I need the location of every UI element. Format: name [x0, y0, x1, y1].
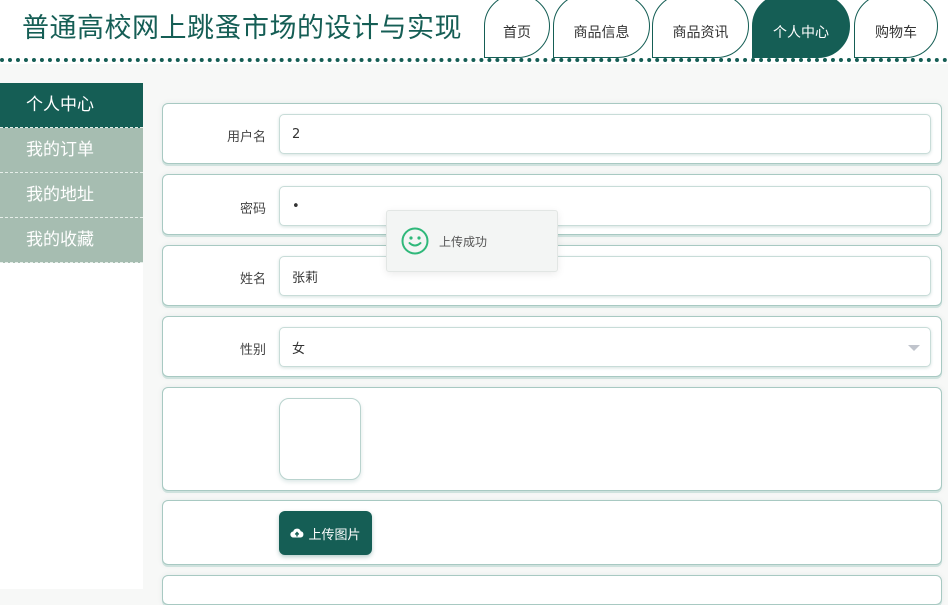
upload-success-toast: 上传成功 — [386, 210, 558, 272]
nav-tab-personal-center[interactable]: 个人中心 — [752, 0, 850, 58]
sidebar-item-my-favorites[interactable]: 我的收藏 — [0, 218, 143, 263]
toast-message: 上传成功 — [439, 234, 488, 249]
form-row-next — [162, 575, 942, 605]
gender-select-value: 女 — [292, 341, 306, 357]
password-label: 密码 — [239, 202, 266, 217]
upload-image-button[interactable]: 上传图片 — [279, 511, 372, 555]
form-row-gender: 性别 女 — [162, 316, 942, 377]
sidebar-item-my-orders[interactable]: 我的订单 — [0, 128, 143, 173]
sidebar: 个人中心 我的订单 我的地址 我的收藏 — [0, 83, 143, 589]
sidebar-item-personal-center[interactable]: 个人中心 — [0, 83, 143, 128]
site-title: 普通高校网上跳蚤市场的设计与实现 — [22, 13, 462, 44]
sidebar-item-my-address[interactable]: 我的地址 — [0, 173, 143, 218]
gender-select[interactable]: 女 — [279, 327, 931, 367]
gender-label: 性别 — [239, 343, 266, 358]
avatar-preview[interactable] — [279, 398, 361, 480]
name-label: 姓名 — [239, 272, 266, 287]
form-row-upload: 上传图片 — [162, 500, 942, 565]
form-row-avatar — [162, 387, 942, 491]
cloud-upload-icon — [290, 528, 304, 538]
upload-image-label: 上传图片 — [308, 527, 361, 543]
chevron-down-icon — [908, 345, 920, 351]
username-label: 用户名 — [226, 130, 266, 145]
form-row-username: 用户名 2 — [162, 103, 942, 164]
password-input[interactable]: • — [279, 186, 931, 226]
nav-tab-news[interactable]: 商品资讯 — [652, 0, 749, 58]
nav-tab-cart[interactable]: 购物车 — [854, 0, 938, 58]
nav-tab-products[interactable]: 商品信息 — [553, 0, 650, 58]
username-input[interactable]: 2 — [279, 114, 931, 154]
name-input[interactable]: 张莉 — [279, 256, 931, 296]
header-divider — [0, 58, 948, 63]
smile-icon — [401, 227, 429, 255]
header: 普通高校网上跳蚤市场的设计与实现 首页 商品信息 商品资讯 个人中心 购物车 — [0, 0, 948, 64]
nav-tab-home[interactable]: 首页 — [484, 0, 550, 58]
